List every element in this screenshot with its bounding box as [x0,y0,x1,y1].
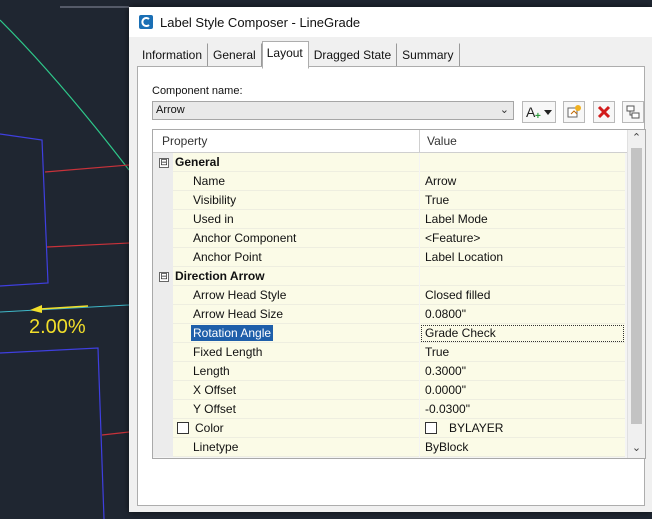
row-gutter [153,381,173,400]
group-row-general[interactable]: ⊟ General [153,153,629,172]
row-gutter [153,419,173,438]
property-name: Fixed Length [173,343,419,362]
row-gutter [153,191,173,210]
component-name-value: Arrow [156,104,185,116]
value-column-header[interactable]: Value [427,134,457,148]
property-row[interactable]: Length 0.3000" [153,362,629,381]
property-row[interactable]: Anchor Point Label Location [153,248,629,267]
property-value[interactable]: Grade Check [420,324,625,343]
delete-component-button[interactable] [593,101,615,123]
property-value[interactable]: True [420,343,625,362]
property-row[interactable]: Fixed Length True [153,343,629,362]
civil3d-icon [138,14,154,30]
property-name: Name [173,172,419,191]
row-gutter [153,305,173,324]
property-row[interactable]: Anchor Component <Feature> [153,229,629,248]
add-component-button[interactable]: A + [522,101,556,123]
property-name: Arrow Head Style [173,286,419,305]
window-title: Label Style Composer - LineGrade [160,14,361,30]
row-gutter [153,438,173,457]
slope-label: 2.00% [29,316,86,338]
scroll-up-icon[interactable]: ⌃ [628,131,645,147]
property-name: Used in [173,210,419,229]
label-style-composer-dialog: Label Style Composer - LineGrade Informa… [129,7,652,512]
reorder-icon [626,105,640,119]
property-value[interactable]: Arrow [420,172,625,191]
group-value-cell [420,267,625,286]
property-row[interactable]: X Offset 0.0000" [153,381,629,400]
property-name: Length [173,362,419,381]
property-row[interactable]: Arrow Head Size 0.0800" [153,305,629,324]
color-swatch-icon [177,421,189,434]
vertical-scrollbar[interactable]: ⌃ ⌄ [627,130,645,458]
property-name: X Offset [173,381,419,400]
chevron-down-icon: ⌄ [499,104,509,116]
copy-component-icon [567,105,581,118]
property-grid: Property Value ⊟ General Name Arrow Visi [152,129,646,459]
property-name: Visibility [173,191,419,210]
row-gutter: ⊟ [153,267,173,286]
property-value[interactable]: Label Location [420,248,625,267]
title-bar[interactable]: Label Style Composer - LineGrade [129,7,652,37]
delete-icon [597,105,611,119]
component-name-label: Component name: [152,85,243,97]
property-name: Anchor Component [173,229,419,248]
property-name: Rotation Angle [173,324,419,343]
property-row[interactable]: Y Offset -0.0300" [153,400,629,419]
color-swatch-icon [425,421,437,434]
collapse-icon[interactable]: ⊟ [159,158,169,168]
layout-tab-panel: Component name: Arrow ⌄ A + Property Val… [137,66,646,506]
property-value[interactable]: BYLAYER [420,419,625,438]
property-value[interactable]: -0.0300" [420,400,625,419]
group-row-direction-arrow[interactable]: ⊟ Direction Arrow [153,267,629,286]
reorder-component-button[interactable] [622,101,644,123]
row-gutter [153,362,173,381]
property-row-selected[interactable]: Rotation Angle Grade Check [153,324,629,343]
grid-rows: ⊟ General Name Arrow Visibility True Use… [153,153,629,457]
tab-strip: Information General Layout Dragged State… [137,41,460,69]
property-name: Linetype [173,438,419,457]
property-row[interactable]: Name Arrow [153,172,629,191]
property-value[interactable]: ByBlock [420,438,625,457]
column-divider[interactable] [419,130,420,152]
group-label: General [173,153,419,172]
property-column-header[interactable]: Property [162,134,207,148]
row-gutter [153,400,173,419]
property-value[interactable]: 0.3000" [420,362,625,381]
row-gutter [153,172,173,191]
row-gutter: ⊟ [153,153,173,172]
scroll-thumb[interactable] [631,148,642,424]
group-value-cell [420,153,625,172]
property-row[interactable]: Arrow Head Style Closed filled [153,286,629,305]
property-name: Arrow Head Size [173,305,419,324]
property-name: Color [173,419,419,438]
group-label: Direction Arrow [173,267,419,286]
add-component-icon: A + [526,104,552,121]
property-value[interactable]: 0.0000" [420,381,625,400]
row-gutter [153,210,173,229]
grid-header: Property Value [153,130,629,153]
property-value[interactable]: True [420,191,625,210]
row-gutter [153,286,173,305]
copy-component-button[interactable] [563,101,585,123]
property-row-color[interactable]: Color BYLAYER [153,419,629,438]
row-gutter [153,248,173,267]
component-name-dropdown[interactable]: Arrow ⌄ [152,101,514,120]
property-row[interactable]: Visibility True [153,191,629,210]
property-value[interactable]: Label Mode [420,210,625,229]
property-value[interactable]: <Feature> [420,229,625,248]
property-value[interactable]: 0.0800" [420,305,625,324]
row-gutter [153,343,173,362]
property-row[interactable]: Linetype ByBlock [153,438,629,457]
row-gutter [153,229,173,248]
tab-layout[interactable]: Layout [261,41,309,69]
property-name: Y Offset [173,400,419,419]
property-name: Anchor Point [173,248,419,267]
scroll-down-icon[interactable]: ⌄ [628,441,645,457]
property-row[interactable]: Used in Label Mode [153,210,629,229]
property-value[interactable]: Closed filled [420,286,625,305]
row-gutter [153,324,173,343]
svg-text:+: + [535,111,541,121]
collapse-icon[interactable]: ⊟ [159,272,169,282]
